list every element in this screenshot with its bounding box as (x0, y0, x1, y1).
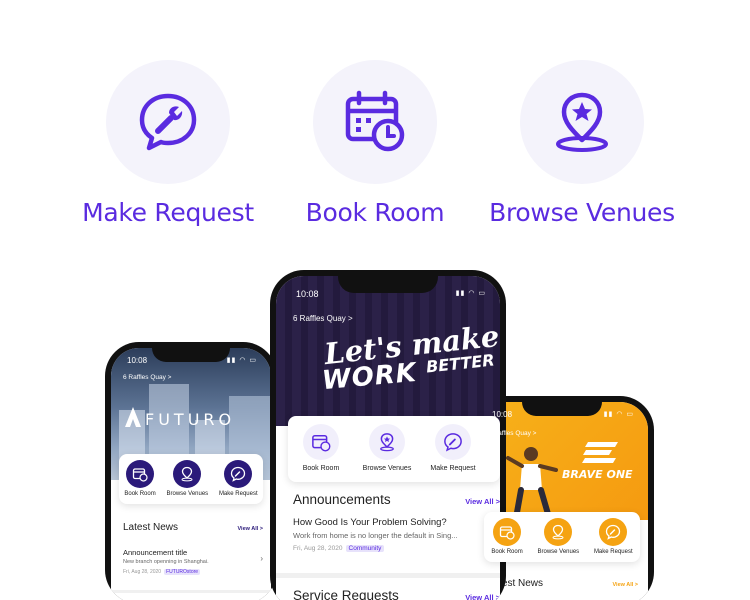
location-selector[interactable]: 6 Raffles Quay > (123, 374, 171, 381)
quick-action-make-request[interactable]: Make Request (420, 416, 486, 472)
quick-action-label: Browse Venues (362, 465, 412, 472)
signal-wifi-battery-icon: ▮▮ ◠ ▭ (603, 411, 634, 418)
view-all-link[interactable]: View All > (612, 582, 638, 588)
phone-notch (522, 402, 602, 416)
divider (276, 573, 500, 578)
feature-icon-circle (106, 60, 230, 184)
chevron-right-icon: › (260, 554, 263, 563)
feature-book-room[interactable]: Book Room (260, 60, 490, 227)
wrench-chat-icon (435, 424, 471, 460)
feature-browse-venues[interactable]: Browse Venues (467, 60, 697, 227)
feature-label: Browse Venues (489, 198, 675, 227)
star-pin-icon (173, 460, 202, 488)
quick-action-browse-venues[interactable]: Browse Venues (537, 512, 579, 555)
quick-action-label: Book Room (302, 465, 340, 472)
quick-action-make-request[interactable]: Make Request (219, 454, 258, 497)
wrench-chat-icon (139, 93, 197, 151)
news-description: New branch openning in Shanghai. (123, 559, 209, 565)
quick-action-book-room[interactable]: Book Room (491, 512, 523, 555)
announcement-title: How Good Is Your Problem Solving? (293, 517, 447, 528)
quick-action-label: Make Request (593, 549, 633, 555)
wrench-chat-icon (224, 460, 253, 488)
announcement-description: Work from home is no longer the default … (293, 531, 458, 540)
feature-label: Make Request (82, 198, 254, 227)
status-time: 10:08 (296, 289, 319, 299)
quick-action-make-request[interactable]: Make Request (594, 512, 633, 555)
wrench-chat-icon (599, 518, 628, 546)
quick-actions-card: Book Room Browse Venues Make Request (119, 454, 263, 504)
quick-action-browse-venues[interactable]: Browse Venues (354, 416, 420, 472)
person-jumping-image (506, 447, 558, 520)
feature-icon-circle (520, 60, 644, 184)
signal-wifi-battery-icon: ▮▮ ◠ ▭ (226, 357, 257, 364)
signal-wifi-battery-icon: ▮▮ ◠ ▭ (455, 290, 486, 297)
divider (111, 590, 271, 593)
brand-name: BRAVE ONE (562, 468, 633, 481)
news-title: Announcement title (123, 548, 188, 557)
quick-actions-card: Book Room Browse Venues Make Request (484, 512, 640, 562)
announcements-title: Announcements (293, 492, 391, 507)
phone-notch (152, 348, 230, 362)
announcement-tag: Community (345, 545, 385, 552)
quick-action-label: Make Request (430, 465, 476, 472)
phone-screen: 10:08 ▮▮ ◠ ▭ 6 Raffles Quay > Let's make… (276, 276, 500, 600)
phone-mockup-futuro: 10:08 ▮▮ ◠ ▭ 6 Raffles Quay > FUTURO Boo… (105, 342, 277, 600)
quick-action-label: Browse Venues (166, 491, 209, 497)
view-all-link[interactable]: View All > (465, 593, 500, 600)
feature-icon-circle (313, 60, 437, 184)
news-date: Fri, Aug 28, 2020 (123, 569, 162, 575)
quick-action-label: Book Room (124, 491, 156, 497)
calendar-clock-icon (126, 460, 155, 488)
calendar-clock-icon (303, 424, 339, 460)
star-pin-icon (544, 518, 573, 546)
calendar-clock-icon (493, 518, 522, 546)
phone-mockup-main: 10:08 ▮▮ ◠ ▭ 6 Raffles Quay > Let's make… (270, 270, 506, 600)
brand-name: FUTURO (145, 410, 236, 429)
service-requests-title: Service Requests (293, 588, 399, 600)
quick-action-label: Make Request (218, 491, 258, 497)
status-time: 10:08 (127, 356, 148, 365)
location-selector[interactable]: 6 Raffles Quay > (293, 314, 353, 323)
news-item[interactable]: Announcement title New branch openning i… (123, 548, 263, 575)
phone-screen: 10:08 ▮▮ ◠ ▭ 6 Raffles Quay > FUTURO Boo… (111, 348, 271, 600)
brave-one-logo-icon (582, 442, 618, 463)
announcement-meta: Fri, Aug 28, 2020 Community (293, 545, 500, 552)
star-pin-icon (369, 424, 405, 460)
quick-actions-card: Book Room Browse Venues Make Request (288, 416, 500, 482)
phone-notch (338, 276, 438, 293)
calendar-clock-icon (345, 90, 405, 152)
news-tag: FUTUROstore (164, 569, 201, 575)
announcement-date: Fri, Aug 28, 2020 (293, 545, 343, 552)
view-all-link[interactable]: View All > (237, 526, 263, 532)
announcement-item[interactable]: How Good Is Your Problem Solving? Work f… (293, 517, 500, 552)
star-pin-icon (556, 92, 608, 152)
quick-action-label: Browse Venues (537, 549, 580, 555)
news-meta: Fri, Aug 28, 2020 FUTUROstore (123, 569, 263, 575)
view-all-link[interactable]: View All > (465, 497, 500, 506)
latest-news-title: Latest News (123, 522, 179, 533)
quick-action-book-room[interactable]: Book Room (124, 454, 156, 497)
futuro-logo-icon (125, 407, 141, 427)
quick-action-browse-venues[interactable]: Browse Venues (166, 454, 208, 497)
quick-action-label: Book Room (491, 549, 523, 555)
quick-action-book-room[interactable]: Book Room (288, 416, 354, 472)
feature-label: Book Room (305, 198, 445, 227)
feature-make-request[interactable]: Make Request (53, 60, 283, 227)
